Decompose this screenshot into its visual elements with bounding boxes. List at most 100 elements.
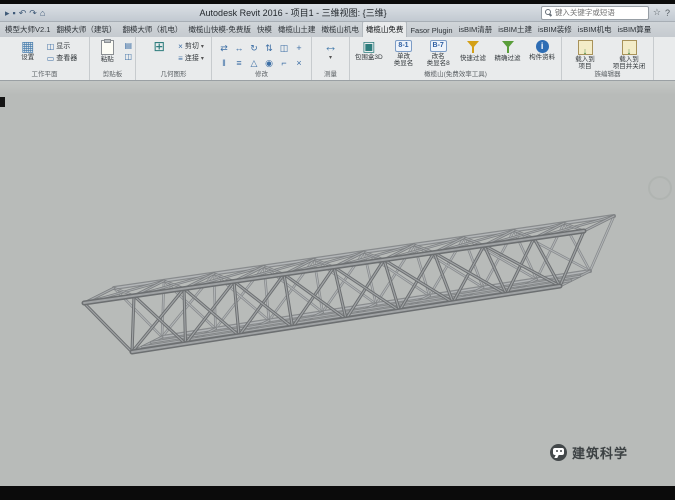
rename-batch-button[interactable]: B-7 改名 类显名8	[422, 39, 454, 67]
swap-icon[interactable]: ⇄	[217, 41, 231, 55]
quick-access-toolbar: ▸ ▪ ↶ ↷ ⌂	[5, 8, 45, 18]
button-label: 包围盒3D	[355, 54, 383, 61]
paste-button[interactable]: 粘贴	[93, 39, 121, 63]
help-icon[interactable]: ?	[665, 8, 670, 18]
ribbon-tab[interactable]: isBIM算量	[615, 22, 655, 37]
ribbon-tab[interactable]: 橄榄山快模-免费版	[185, 22, 254, 37]
panel-label: 测量	[312, 70, 349, 80]
3d-viewport[interactable]: 建筑科学	[0, 81, 675, 486]
home-icon[interactable]: ⌂	[40, 8, 45, 18]
array-icon[interactable]: ≡	[232, 56, 246, 70]
watermark-text: 建筑科学	[572, 443, 628, 462]
redo-icon[interactable]: ↷	[29, 8, 37, 18]
ribbon-tab-active[interactable]: 橄榄山免费	[362, 22, 408, 37]
trim-icon[interactable]: ⌐	[277, 56, 291, 70]
load-into-project-button[interactable]: ↓ 载入到 项目	[565, 39, 605, 70]
cut-icon: ×	[178, 42, 183, 51]
quick-filter-funnel-icon	[466, 40, 480, 54]
help-search-box	[541, 6, 649, 20]
panel-glsfree-tools: ▣ 包围盒3D 8-1 单改 类显名 B-7 改名 类显名8 快速过滤	[350, 37, 562, 80]
button-label: 查看器	[56, 53, 77, 63]
ribbon-tab[interactable]: 翻模大师（建筑）	[53, 22, 119, 37]
move-icon[interactable]: ↔	[232, 41, 246, 55]
ribbon-tab[interactable]: 橄榄山机电	[318, 22, 362, 37]
copy-icon[interactable]: ▤	[124, 41, 132, 50]
panel-measure: ↔ ▾ 测量	[312, 37, 350, 80]
rename-single-button[interactable]: 8-1 单改 类显名	[388, 39, 420, 67]
panel-label: 族编辑器	[562, 70, 653, 80]
bounding-box-3d-button[interactable]: ▣ 包围盒3D	[353, 39, 385, 61]
scale-icon[interactable]: △	[247, 56, 261, 70]
cut-geometry-button[interactable]: × 剪切 ▾	[178, 41, 204, 51]
chevron-down-icon: ▾	[201, 55, 204, 62]
search-icon	[545, 9, 553, 17]
element-info-button[interactable]: i 构件资料	[526, 39, 558, 61]
edge-artifact	[0, 97, 5, 107]
button-label: 连接	[185, 53, 199, 63]
ribbon-tab[interactable]: isBIM装修	[535, 22, 575, 37]
button-label: 单改 类显名	[394, 53, 414, 67]
panel-clipboard: 粘贴 ▤ ◫ 剪贴板	[90, 37, 136, 80]
workplane-grid-icon: ▦	[21, 39, 34, 54]
ribbon-tab[interactable]: isBIM土建	[495, 22, 535, 37]
ribbon-tab[interactable]: 翻模大师（机电）	[119, 22, 185, 37]
delete-icon[interactable]: ×	[292, 56, 306, 70]
search-input[interactable]	[555, 8, 645, 18]
watermark: 建筑科学	[550, 443, 628, 462]
button-label: 改名 类显名8	[427, 53, 450, 67]
rotate-icon[interactable]: ↻	[247, 41, 261, 55]
bottom-edge-bar	[0, 486, 675, 500]
chevron-down-icon: ▾	[201, 43, 204, 50]
viewer-button[interactable]: ▭ 查看器	[47, 53, 78, 63]
split-icon[interactable]: ‖	[217, 56, 231, 70]
open-icon[interactable]: ▸	[5, 8, 10, 18]
ribbon-tab[interactable]: 快模	[254, 22, 275, 37]
info-icon: i	[536, 40, 549, 53]
join-icon: ≡	[178, 54, 183, 63]
ribbon-tab[interactable]: 模型大师V2.1	[2, 22, 53, 37]
button-label: 设置	[21, 54, 34, 61]
panel-workplane: ▦ 设置 ◫ 显示 ▭ 查看器 工作平面	[0, 37, 90, 80]
measure-button[interactable]: ↔ ▾	[315, 39, 346, 61]
ribbon: ▦ 设置 ◫ 显示 ▭ 查看器 工作平面	[0, 37, 675, 81]
undo-icon[interactable]: ↶	[19, 8, 27, 18]
quick-filter-button[interactable]: 快速过滤	[457, 39, 489, 62]
match-type-icon[interactable]: ◫	[124, 52, 132, 61]
titlebar-right: ☆ ?	[541, 6, 670, 20]
button-label: 载入到 项目	[575, 56, 595, 70]
precise-filter-funnel-icon	[501, 40, 515, 54]
ribbon-tab[interactable]: 橄榄山土建	[275, 22, 319, 37]
truss-model-wireframe	[0, 81, 675, 486]
copy-icon[interactable]: ◫	[277, 41, 291, 55]
rename-batch-icon: B-7	[430, 40, 447, 52]
load-into-project-close-button[interactable]: ↓ 载入到 项目并关闭	[608, 39, 650, 70]
button-label: 载入到 项目并关闭	[613, 56, 646, 70]
navigation-wheel-icon[interactable]	[648, 176, 672, 200]
button-label: 快速过滤	[460, 55, 486, 62]
geometry-icon: ⊞	[153, 39, 165, 54]
pin-icon[interactable]: ◉	[262, 56, 276, 70]
panel-family-editor: ↓ 载入到 项目 ↓ 载入到 项目并关闭 族编辑器	[562, 37, 654, 80]
show-icon: ◫	[47, 42, 55, 51]
title-bar: ▸ ▪ ↶ ↷ ⌂ Autodesk Revit 2016 - 项目1 - 三维…	[0, 4, 675, 22]
clipboard-icon	[101, 40, 114, 55]
show-workplane-button[interactable]: ◫ 显示	[47, 41, 78, 51]
button-label: 精确过滤	[495, 55, 521, 62]
load-into-project-icon: ↓	[578, 40, 593, 55]
chevron-down-icon: ▾	[329, 54, 332, 61]
set-workplane-button[interactable]: ▦ 设置	[12, 39, 44, 61]
button-label: 显示	[56, 41, 70, 51]
ribbon-tab[interactable]: Fasor Plugin	[407, 24, 455, 37]
geometry-button[interactable]: ⊞	[143, 39, 175, 54]
panel-label: 工作平面	[0, 70, 89, 80]
ribbon-tab[interactable]: isBIM清册	[456, 22, 496, 37]
add-icon[interactable]: +	[292, 41, 306, 55]
favorites-icon[interactable]: ☆	[653, 7, 661, 18]
save-icon[interactable]: ▪	[13, 8, 16, 18]
panel-label: 橄榄山(免费效率工具)	[350, 70, 561, 80]
mirror-icon[interactable]: ⇅	[262, 41, 276, 55]
panel-label: 剪贴板	[90, 70, 135, 80]
ribbon-tab[interactable]: isBIM机电	[575, 22, 615, 37]
join-geometry-button[interactable]: ≡ 连接 ▾	[178, 53, 204, 63]
precise-filter-button[interactable]: 精确过滤	[492, 39, 524, 62]
